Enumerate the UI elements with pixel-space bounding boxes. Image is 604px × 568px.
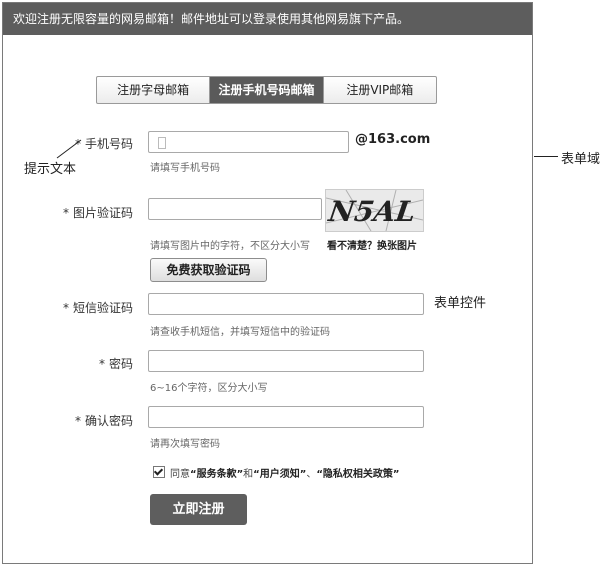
privacy-policy-link[interactable]: “隐私权相关政策” [316,469,399,480]
required-mark: * [62,206,69,220]
sms-code-input[interactable] [148,293,424,315]
annotation-form-field-line [534,156,558,157]
sms-code-hint: 请查收手机短信，并填写短信中的验证码 [150,327,330,338]
register-submit-button[interactable]: 立即注册 [150,494,247,525]
agreement-checkbox[interactable] [153,466,165,478]
required-mark: * [62,301,69,315]
phone-hint: 请填写手机号码 [150,163,220,174]
confirm-password-hint: 请再次填写密码 [150,439,220,450]
captcha-label: * 图片验证码 [62,206,133,220]
sms-code-label: * 短信验证码 [62,301,133,315]
captcha-hint: 请填写图片中的字符，不区分大小写 [150,241,310,252]
tab-phone-mailbox[interactable]: 注册手机号码邮箱 [210,77,324,103]
captcha-input[interactable] [148,198,322,220]
annotation-form-control: 表单控件 [434,296,487,311]
terms-of-service-link[interactable]: “服务条款” [190,469,243,480]
welcome-banner: 欢迎注册无限容量的网易邮箱！邮件地址可以登录使用其他网易旗下产品。 [3,3,532,35]
registration-panel: 欢迎注册无限容量的网易邮箱！邮件地址可以登录使用其他网易旗下产品。 注册字母邮箱… [2,2,533,564]
agreement-row: 同意“服务条款”和“用户须知”、“隐私权相关政策” [153,465,399,480]
user-notice-link[interactable]: “用户须知” [253,469,306,480]
tab-bar: 注册字母邮箱 注册手机号码邮箱 注册VIP邮箱 [96,76,437,104]
tab-letter-mailbox[interactable]: 注册字母邮箱 [97,77,211,103]
annotation-hint-text: 提示文本 [24,162,77,177]
confirm-password-input[interactable] [148,406,424,428]
captcha-refresh-link[interactable]: 看不清楚？换张图片 [327,237,417,252]
password-input[interactable] [148,350,424,372]
email-domain-suffix: @163.com [355,132,431,147]
captcha-text: N5AL [326,195,418,228]
required-mark: * [74,414,81,428]
annotation-pointer-line [56,139,82,159]
phone-input[interactable] [148,131,349,153]
tab-vip-mailbox[interactable]: 注册VIP邮箱 [324,77,436,103]
annotation-form-field: 表单域 [561,152,601,167]
input-cursor-icon [158,137,166,149]
required-mark: * [98,357,105,371]
password-hint: 6~16个字符，区分大小写 [150,383,268,394]
password-label: * 密码 [98,357,133,371]
get-sms-code-button[interactable]: 免费获取验证码 [150,258,267,282]
confirm-password-label: * 确认密码 [74,414,133,428]
captcha-image[interactable]: N5AL [325,189,424,232]
